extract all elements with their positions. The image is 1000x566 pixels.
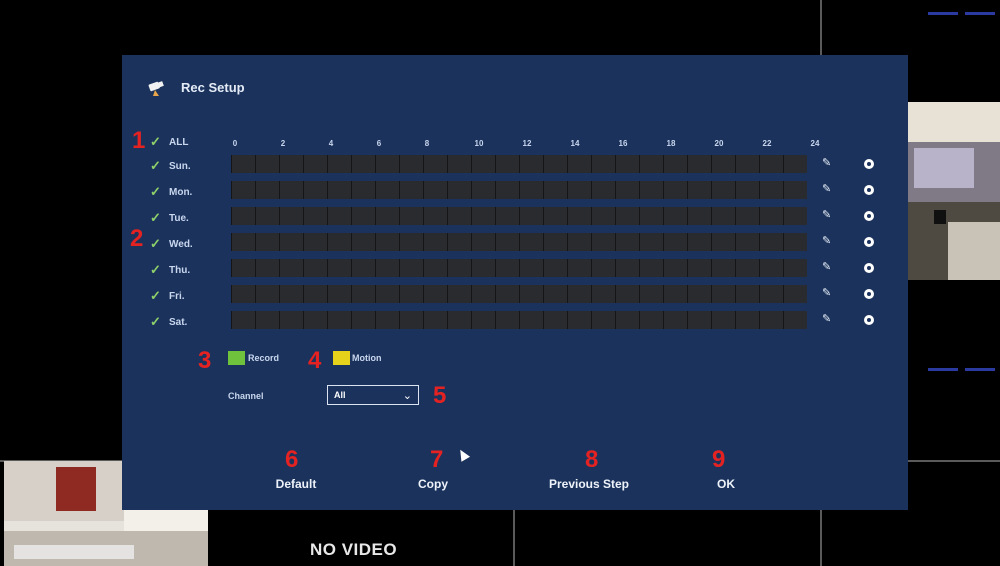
checkmark-icon: ✓ (150, 236, 161, 251)
hour-label: 20 (714, 139, 724, 148)
dialog-header: Rec Setup (147, 75, 245, 99)
schedule-bar-wed[interactable] (231, 233, 807, 251)
channel-select[interactable]: All ⌄ (327, 385, 419, 405)
day-label: Sun. (169, 160, 191, 172)
checkmark-icon: ✓ (150, 210, 161, 225)
annotation-number: 9 (712, 446, 726, 473)
schedule-bar-mon[interactable] (231, 181, 807, 199)
gear-icon[interactable] (864, 237, 874, 247)
dialog-title: Rec Setup (181, 79, 245, 95)
day-checkbox-sat[interactable]: ✓ Sat. (150, 314, 188, 329)
day-checkbox-wed[interactable]: ✓ Wed. (150, 236, 193, 251)
rec-setup-dialog: Rec Setup ✓ ALL 0 2 4 6 8 10 12 14 16 18… (122, 55, 908, 510)
select-all-checkbox[interactable]: ✓ ALL (150, 134, 189, 149)
gear-icon[interactable] (864, 185, 874, 195)
gear-icon[interactable] (864, 263, 874, 273)
annotation-number: 3 (198, 347, 212, 374)
pen-icon[interactable]: ✎ (822, 286, 831, 299)
gear-icon[interactable] (864, 315, 874, 325)
hour-label: 8 (424, 139, 430, 148)
motion-legend-swatch[interactable] (333, 351, 350, 365)
hour-label: 0 (232, 139, 238, 148)
hour-label: 18 (666, 139, 676, 148)
hour-label: 12 (522, 139, 532, 148)
checkmark-icon: ✓ (150, 184, 161, 199)
pen-icon[interactable]: ✎ (822, 312, 831, 325)
mouse-cursor-icon (455, 447, 471, 462)
default-button[interactable]: Default (276, 477, 317, 491)
chevron-down-icon: ⌄ (402, 389, 412, 402)
annotation-number: 4 (308, 347, 322, 374)
checkmark-icon: ✓ (150, 158, 161, 173)
camera-icon (148, 81, 164, 96)
grid-divider (513, 510, 515, 566)
annotation-number: 5 (433, 382, 447, 409)
annotation-number: 6 (285, 446, 299, 473)
pen-icon[interactable]: ✎ (822, 260, 831, 273)
pen-icon[interactable]: ✎ (822, 156, 831, 169)
hour-label: 14 (570, 139, 580, 148)
hour-label: 4 (328, 139, 334, 148)
channel-label: Channel (228, 391, 264, 401)
day-label: Fri. (169, 290, 185, 302)
schedule-bar-sun[interactable] (231, 155, 807, 173)
annotation-number: 8 (585, 446, 599, 473)
hour-label: 10 (474, 139, 484, 148)
previous-step-button[interactable]: Previous Step (549, 477, 629, 491)
schedule-bar-tue[interactable] (231, 207, 807, 225)
checkmark-icon: ✓ (150, 288, 161, 303)
copy-button[interactable]: Copy (418, 477, 448, 491)
day-checkbox-fri[interactable]: ✓ Fri. (150, 288, 185, 303)
pen-icon[interactable]: ✎ (822, 182, 831, 195)
day-label: Tue. (169, 212, 189, 224)
schedule-bar-fri[interactable] (231, 285, 807, 303)
annotation-number: 2 (130, 225, 144, 252)
osd-marker (965, 12, 995, 15)
select-all-label: ALL (169, 136, 189, 148)
hour-label: 16 (618, 139, 628, 148)
annotation-number: 7 (430, 446, 444, 473)
schedule-bar-sat[interactable] (231, 311, 807, 329)
gear-icon[interactable] (864, 289, 874, 299)
pen-icon[interactable]: ✎ (822, 234, 831, 247)
hour-label: 24 (810, 139, 820, 148)
osd-marker (928, 12, 958, 15)
day-label: Thu. (169, 264, 191, 276)
day-checkbox-mon[interactable]: ✓ Mon. (150, 184, 193, 199)
osd-marker (965, 368, 995, 371)
day-checkbox-sun[interactable]: ✓ Sun. (150, 158, 191, 173)
checkmark-icon: ✓ (150, 134, 161, 149)
gear-icon[interactable] (864, 211, 874, 221)
day-label: Sat. (169, 316, 188, 328)
pen-icon[interactable]: ✎ (822, 208, 831, 221)
channel-value: All (334, 390, 346, 400)
day-label: Mon. (169, 186, 193, 198)
ok-button[interactable]: OK (717, 477, 735, 491)
record-legend-label: Record (248, 353, 280, 363)
record-legend-swatch[interactable] (228, 351, 245, 365)
day-checkbox-thu[interactable]: ✓ Thu. (150, 262, 191, 277)
motion-legend-label: Motion (352, 353, 382, 363)
gear-icon[interactable] (864, 159, 874, 169)
hour-label: 2 (280, 139, 286, 148)
day-checkbox-tue[interactable]: ✓ Tue. (150, 210, 189, 225)
schedule-bar-thu[interactable] (231, 259, 807, 277)
hour-label: 6 (376, 139, 382, 148)
checkmark-icon: ✓ (150, 262, 161, 277)
osd-marker (928, 368, 958, 371)
checkmark-icon: ✓ (150, 314, 161, 329)
camera-feed-thumbnail[interactable] (908, 102, 1000, 280)
hour-label: 22 (762, 139, 772, 148)
annotation-number: 1 (132, 127, 146, 154)
no-video-label: NO VIDEO (310, 540, 398, 559)
day-label: Wed. (169, 238, 193, 250)
